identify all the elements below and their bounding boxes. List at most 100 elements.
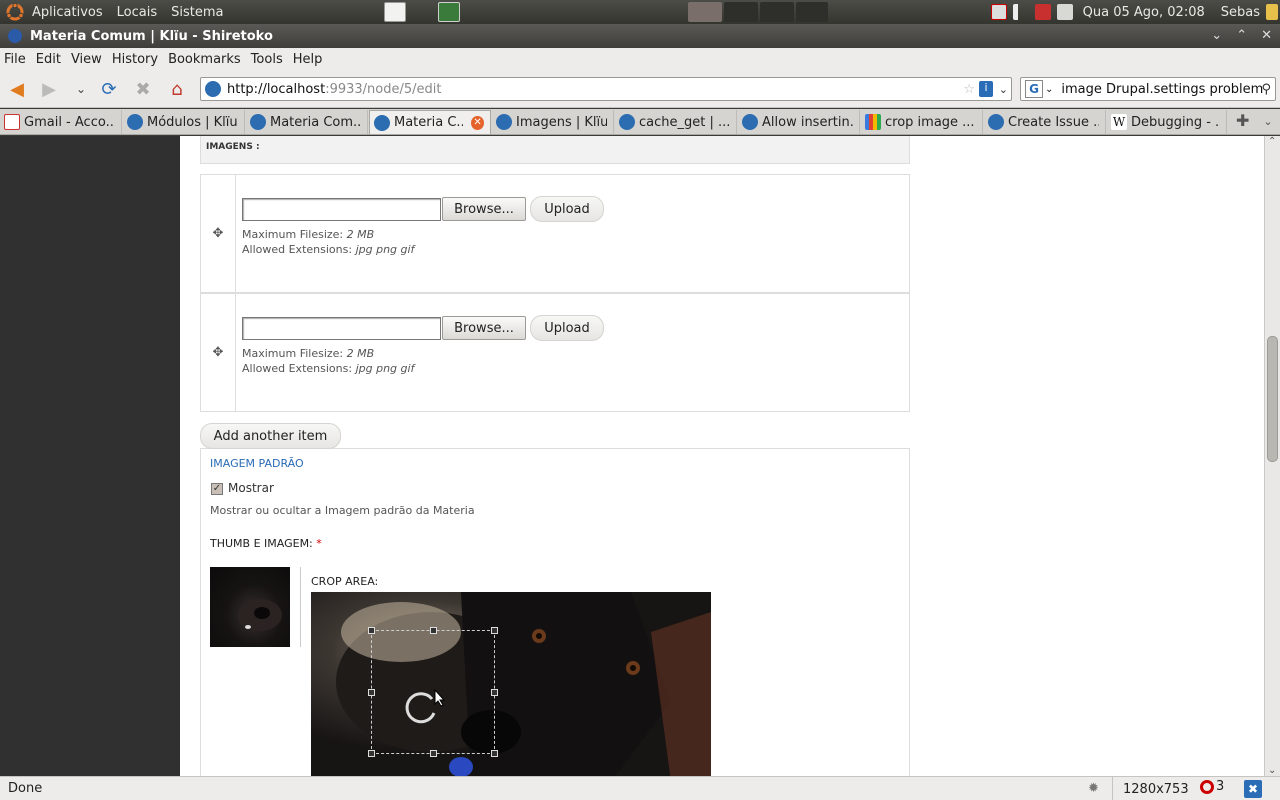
crop-selection-box[interactable] (368, 627, 498, 757)
browse-button[interactable]: Browse... (442, 316, 526, 340)
images-header-label: IMAGENS : (206, 142, 260, 152)
panel-menu-sistema[interactable]: Sistema (171, 5, 223, 20)
file-path-field[interactable] (242, 317, 441, 340)
drupal-icon (374, 114, 390, 131)
upload-button[interactable]: Upload (530, 315, 604, 341)
taskbar-slot[interactable] (760, 2, 794, 22)
crop-handle-e[interactable] (491, 689, 498, 696)
crop-handle-se[interactable] (491, 750, 498, 757)
tab-cache-get[interactable]: cache_get | ... (615, 110, 737, 134)
drupal-icon (496, 114, 512, 130)
drag-handle-icon[interactable]: ✥ (201, 294, 236, 411)
taskbar-slot[interactable] (796, 2, 828, 22)
tab-debugging[interactable]: W Debugging - ... (1107, 110, 1227, 134)
mostrar-checkbox[interactable]: ✓ (211, 483, 223, 495)
tab-close-icon[interactable]: ✕ (471, 115, 484, 130)
firebug-icon[interactable]: ✹ (1088, 781, 1099, 796)
forward-arrow-icon[interactable]: ▶ (38, 78, 60, 100)
menu-bar: File Edit View History Bookmarks Tools H… (0, 48, 1280, 70)
launcher-monitor-icon[interactable] (438, 2, 460, 22)
menu-bookmarks[interactable]: Bookmarks (168, 52, 241, 67)
back-arrow-icon[interactable]: ◀ (6, 78, 28, 100)
panel-menu-aplicativos[interactable]: Aplicativos (32, 5, 103, 20)
crop-handle-nw[interactable] (368, 627, 375, 634)
volume-icon[interactable] (1056, 4, 1073, 20)
tab-allow-inserting[interactable]: Allow insertin... (738, 110, 860, 134)
menu-file[interactable]: File (4, 52, 26, 67)
tab-list-icon[interactable]: ⌄ (1263, 115, 1272, 128)
tab-label: Debugging - ... (1131, 114, 1220, 130)
scrollbar-thumb[interactable] (1267, 336, 1278, 462)
mail-icon[interactable] (1034, 4, 1051, 20)
drag-handle-icon[interactable]: ✥ (201, 175, 236, 292)
add-another-item-button[interactable]: Add another item (200, 423, 341, 449)
maximize-icon[interactable]: ⌃ (1236, 28, 1247, 43)
scroll-up-icon[interactable]: ⌃ (1268, 136, 1276, 147)
page-content: IMAGENS : ✥ Browse... Upload Maximum Fil… (180, 136, 1264, 776)
menu-view[interactable]: View (71, 52, 102, 67)
thumbnail-preview (210, 567, 290, 647)
search-input[interactable]: image Drupal.settings problem (1061, 82, 1263, 97)
launcher-notes-icon[interactable] (384, 2, 406, 22)
ubuntu-logo-icon[interactable] (4, 1, 26, 23)
tab-gmail[interactable]: Gmail - Acco... (0, 110, 122, 134)
window-title: Materia Comum | Klïu - Shiretoko (30, 28, 273, 44)
allowed-ext-value: jpg png gif (355, 243, 415, 256)
tab-crop-image[interactable]: crop image ... (861, 110, 983, 134)
minimize-icon[interactable]: ⌄ (1211, 28, 1222, 43)
imagem-padrao-legend[interactable]: IMAGEM PADRÃO (210, 457, 304, 470)
mostrar-label[interactable]: Mostrar (228, 481, 274, 495)
file-path-field[interactable] (242, 198, 441, 221)
search-bar[interactable]: G ⌄ image Drupal.settings problem ⚲ (1020, 77, 1276, 101)
upload-button[interactable]: Upload (530, 196, 604, 222)
network-signal-icon[interactable] (1012, 4, 1029, 20)
panel-user[interactable]: Sebas (1221, 5, 1260, 20)
engine-dropdown-icon[interactable]: ⌄ (1045, 84, 1053, 95)
browse-button[interactable]: Browse... (442, 197, 526, 221)
taskbar-slot[interactable] (724, 2, 758, 22)
panel-menu-locais[interactable]: Locais (117, 5, 157, 20)
tab-modulos[interactable]: Módulos | Klïu (123, 110, 245, 134)
crop-handle-s[interactable] (430, 750, 437, 757)
site-info-icon[interactable]: i (979, 81, 993, 97)
drupal-icon (127, 114, 143, 130)
scroll-down-icon[interactable]: ⌄ (1268, 765, 1276, 776)
taskbar-firefox-icon[interactable] (688, 2, 722, 22)
google-engine-icon[interactable]: G (1025, 80, 1043, 98)
crop-handle-ne[interactable] (491, 627, 498, 634)
history-dropdown-icon[interactable]: ⌄ (70, 78, 92, 100)
menu-edit[interactable]: Edit (36, 52, 61, 67)
page-favicon-icon (205, 81, 221, 97)
panel-clock[interactable]: Qua 05 Ago, 02:08 (1083, 5, 1205, 20)
menu-history[interactable]: History (112, 52, 158, 67)
status-lock-icon[interactable] (1266, 4, 1278, 20)
crop-handle-sw[interactable] (368, 750, 375, 757)
url-dropdown-icon[interactable]: ⌄ (999, 83, 1008, 96)
crop-area-image[interactable] (311, 592, 711, 776)
reload-icon[interactable]: ⟳ (98, 78, 120, 100)
upload-description: Maximum Filesize: 2 MB Allowed Extension… (242, 346, 414, 376)
home-icon[interactable]: ⌂ (166, 78, 188, 100)
stop-icon[interactable]: ✖ (132, 78, 154, 100)
search-icon[interactable]: ⚲ (1261, 82, 1271, 97)
tab-materia-comum[interactable]: Materia Com... (246, 110, 368, 134)
vertical-scrollbar[interactable]: ⌃ ⌄ (1264, 136, 1280, 776)
crop-handle-w[interactable] (368, 689, 375, 696)
max-filesize-label: Maximum Filesize: (242, 347, 344, 360)
tab-label: crop image ... (885, 114, 975, 130)
tab-materia-active[interactable]: Materia C... ✕ (369, 110, 491, 134)
crop-handle-n[interactable] (430, 627, 437, 634)
close-icon[interactable]: ✕ (1261, 28, 1272, 43)
tab-imagens[interactable]: Imagens | Klïu (492, 110, 614, 134)
menu-help[interactable]: Help (293, 52, 323, 67)
crop-area-label: CROP AREA: (311, 575, 379, 588)
thumb-imagem-label: THUMB E IMAGEM: * (210, 537, 322, 550)
notification-block-icon[interactable] (990, 4, 1007, 20)
addon-icon[interactable]: ✖ (1244, 780, 1262, 798)
new-tab-icon[interactable]: ✚ (1236, 111, 1249, 130)
menu-tools[interactable]: Tools (251, 52, 283, 67)
tab-create-issue[interactable]: Create Issue ... (984, 110, 1106, 134)
quickaccess-icon[interactable]: 3 (1200, 779, 1224, 794)
bookmark-star-icon[interactable]: ☆ (963, 82, 975, 97)
url-bar[interactable]: http://localhost:9933/node/5/edit ☆ i ⌄ (200, 77, 1012, 101)
